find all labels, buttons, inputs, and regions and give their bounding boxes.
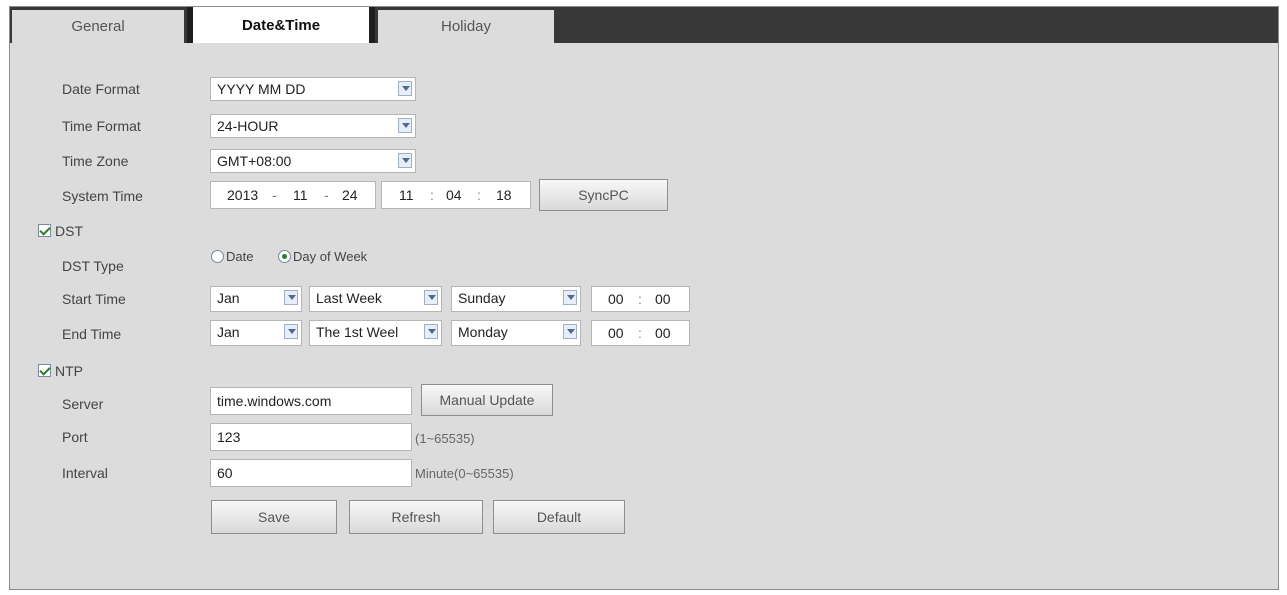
dst-type-label: DST Type <box>62 258 124 274</box>
ntp-checkbox[interactable] <box>38 364 51 377</box>
ntp-interval-input[interactable]: 60 <box>210 459 412 487</box>
chevron-down-icon <box>284 324 298 339</box>
system-time-label: System Time <box>62 188 143 204</box>
chevron-down-icon <box>563 324 577 339</box>
end-day-value: Monday <box>458 324 508 340</box>
tab-general[interactable]: General <box>12 10 184 43</box>
end-minute: 00 <box>655 325 671 341</box>
server-label: Server <box>62 396 104 412</box>
system-date-day: 24 <box>342 187 358 203</box>
start-day-select[interactable]: Sunday <box>451 286 581 312</box>
start-week-value: Last Week <box>316 290 382 306</box>
tab-date-time[interactable]: Date&Time <box>187 7 375 43</box>
start-week-select[interactable]: Last Week <box>309 286 442 312</box>
system-date-field[interactable]: 2013 - 11 - 24 <box>210 181 376 209</box>
chevron-down-icon <box>284 290 298 305</box>
time-separator: : <box>638 325 642 341</box>
time-separator: : <box>430 187 434 203</box>
time-separator: : <box>638 291 642 307</box>
end-day-select[interactable]: Monday <box>451 320 581 346</box>
dst-type-date-radio[interactable] <box>211 250 224 263</box>
end-hour: 00 <box>608 325 624 341</box>
start-minute: 00 <box>655 291 671 307</box>
system-date-month: 11 <box>293 187 308 203</box>
end-week-select[interactable]: The 1st Weel <box>309 320 442 346</box>
date-format-select[interactable]: YYYY MM DD <box>210 77 416 101</box>
chevron-down-icon <box>424 324 438 339</box>
time-format-select[interactable]: 24-HOUR <box>210 114 416 138</box>
end-month-value: Jan <box>217 324 240 340</box>
time-separator: : <box>477 187 481 203</box>
settings-panel: General Date&Time Holiday Date Format YY… <box>9 6 1279 590</box>
interval-label: Interval <box>62 465 108 481</box>
chevron-down-icon <box>398 153 412 168</box>
chevron-down-icon <box>424 290 438 305</box>
time-zone-value: GMT+08:00 <box>217 153 292 169</box>
port-label: Port <box>62 429 88 445</box>
dst-type-date-label: Date <box>226 249 254 264</box>
dst-type-day-of-week-label: Day of Week <box>293 249 368 264</box>
refresh-button[interactable]: Refresh <box>349 500 483 534</box>
end-month-select[interactable]: Jan <box>210 320 302 346</box>
sync-pc-button[interactable]: SyncPC <box>539 179 668 211</box>
date-separator: - <box>272 187 277 203</box>
time-format-label: Time Format <box>62 118 141 134</box>
port-range-hint: (1~65535) <box>415 431 475 446</box>
start-time-label: Start Time <box>62 291 126 307</box>
chevron-down-icon <box>398 118 412 133</box>
time-format-value: 24-HOUR <box>217 118 279 134</box>
default-button[interactable]: Default <box>493 500 625 534</box>
ntp-port-input[interactable]: 123 <box>210 423 412 451</box>
dst-label: DST <box>55 223 83 239</box>
tab-holiday[interactable]: Holiday <box>378 10 554 43</box>
start-hour: 00 <box>608 291 624 307</box>
dst-type-day-of-week-radio[interactable] <box>278 250 291 263</box>
date-separator: - <box>324 187 329 203</box>
end-time-label: End Time <box>62 326 122 342</box>
manual-update-button[interactable]: Manual Update <box>421 384 553 416</box>
start-day-value: Sunday <box>458 290 506 306</box>
system-time-minute: 04 <box>446 187 462 203</box>
date-format-label: Date Format <box>62 81 140 97</box>
interval-range-hint: Minute(0~65535) <box>415 466 514 481</box>
system-time-second: 18 <box>496 187 512 203</box>
start-month-select[interactable]: Jan <box>210 286 302 312</box>
start-month-value: Jan <box>217 290 240 306</box>
ntp-server-input[interactable]: time.windows.com <box>210 387 412 415</box>
time-zone-label: Time Zone <box>62 153 129 169</box>
system-time-hour: 11 <box>399 187 414 203</box>
save-button[interactable]: Save <box>211 500 337 534</box>
time-zone-select[interactable]: GMT+08:00 <box>210 149 416 173</box>
start-time-field[interactable]: 00 : 00 <box>591 286 690 312</box>
date-format-value: YYYY MM DD <box>217 81 306 97</box>
chevron-down-icon <box>563 290 577 305</box>
chevron-down-icon <box>398 81 412 96</box>
end-week-value: The 1st Weel <box>316 324 399 340</box>
end-time-field[interactable]: 00 : 00 <box>591 320 690 346</box>
ntp-label: NTP <box>55 363 83 379</box>
dst-checkbox[interactable] <box>38 224 51 237</box>
system-date-year: 2013 <box>227 187 259 203</box>
tab-bar: General Date&Time Holiday <box>10 7 1278 43</box>
system-time-field[interactable]: 11 : 04 : 18 <box>381 181 531 209</box>
